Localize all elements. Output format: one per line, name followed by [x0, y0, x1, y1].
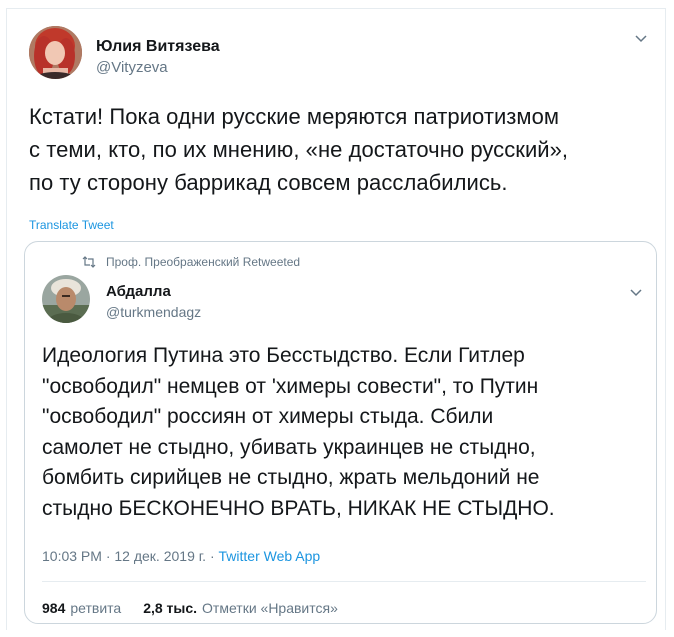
tweet-text: Кстати! Пока одни русские меряются патри…	[29, 100, 659, 199]
quoted-chevron-down-icon[interactable]	[628, 287, 644, 299]
retweets-stat[interactable]: 984 ретвита	[42, 600, 121, 616]
tweet-date[interactable]: 12 дек. 2019 г.	[114, 548, 206, 564]
page: Юлия Витязева @Vityzeva Кстати! Пока одн…	[0, 0, 674, 637]
quoted-author-handle[interactable]: @turkmendagz	[106, 304, 201, 320]
tweet-stats: 984 ретвита 2,8 тыс. Отметки «Нравится»	[42, 600, 338, 616]
quoted-text-line: стыдно БЕСКОНЕЧНО ВРАТЬ, НИКАК НЕ СТЫДНО…	[42, 496, 555, 520]
quoted-text-line: бомбить сирийцев не стыдно, жрать мельдо…	[42, 466, 540, 489]
like-count: 2,8 тыс.	[143, 600, 198, 616]
quoted-text-line: "освободил" немцев от 'химеры совести", …	[42, 374, 539, 398]
author-avatar-image	[29, 26, 82, 79]
quoted-text-line: Идеология Путина это Бесстыдство. Если Г…	[42, 344, 525, 367]
chevron-down-icon[interactable]	[633, 33, 649, 45]
tweet-text-line: по ту сторону баррикад совсем расслабили…	[29, 170, 508, 195]
like-label: Отметки «Нравится»	[202, 600, 338, 616]
tweet-source-link[interactable]: Twitter Web App	[219, 548, 321, 564]
quoted-tweet-meta: 10:03 PM · 12 дек. 2019 г. · Twitter Web…	[42, 548, 320, 564]
quoted-text-line: "освободил" россиян от химеры стыда. Сби…	[42, 405, 494, 428]
meta-separator: ·	[105, 548, 111, 564]
author-avatar[interactable]	[29, 26, 82, 79]
retweet-icon	[82, 256, 96, 268]
quoted-author-name[interactable]: Абдалла	[106, 283, 171, 300]
likes-stat[interactable]: 2,8 тыс. Отметки «Нравится»	[143, 600, 338, 616]
retweet-count: 984	[42, 600, 66, 616]
retweeted-by-row: Проф. Преображенский Retweeted	[81, 255, 300, 269]
author-handle[interactable]: @Vityzeva	[96, 59, 168, 76]
author-name[interactable]: Юлия Витязева	[96, 38, 220, 56]
retweet-label: ретвита	[70, 600, 122, 616]
quoted-tweet-text: Идеология Путина это Бесстыдство. Если Г…	[42, 341, 652, 524]
tweet-card: Юлия Витязева @Vityzeva Кстати! Пока одн…	[6, 8, 666, 630]
tweet-time[interactable]: 10:03 PM	[42, 548, 102, 564]
divider	[42, 581, 646, 582]
retweeted-by-text[interactable]: Проф. Преображенский Retweeted	[106, 255, 300, 269]
quoted-text-line: самолет не стыдно, убивать украинцев не …	[42, 435, 536, 459]
tweet-text-line: Кстати! Пока одни русские меряются патри…	[29, 104, 560, 129]
translate-tweet-link[interactable]: Translate Tweet	[29, 218, 114, 232]
quoted-author-avatar[interactable]	[42, 275, 90, 323]
meta-separator: ·	[209, 548, 215, 564]
quoted-tweet[interactable]: Проф. Преображенский Retweeted Абдалла @…	[24, 241, 657, 624]
quoted-author-avatar-image	[42, 275, 90, 323]
tweet-text-line: с теми, кто, по их мнению, «не достаточн…	[29, 137, 569, 162]
